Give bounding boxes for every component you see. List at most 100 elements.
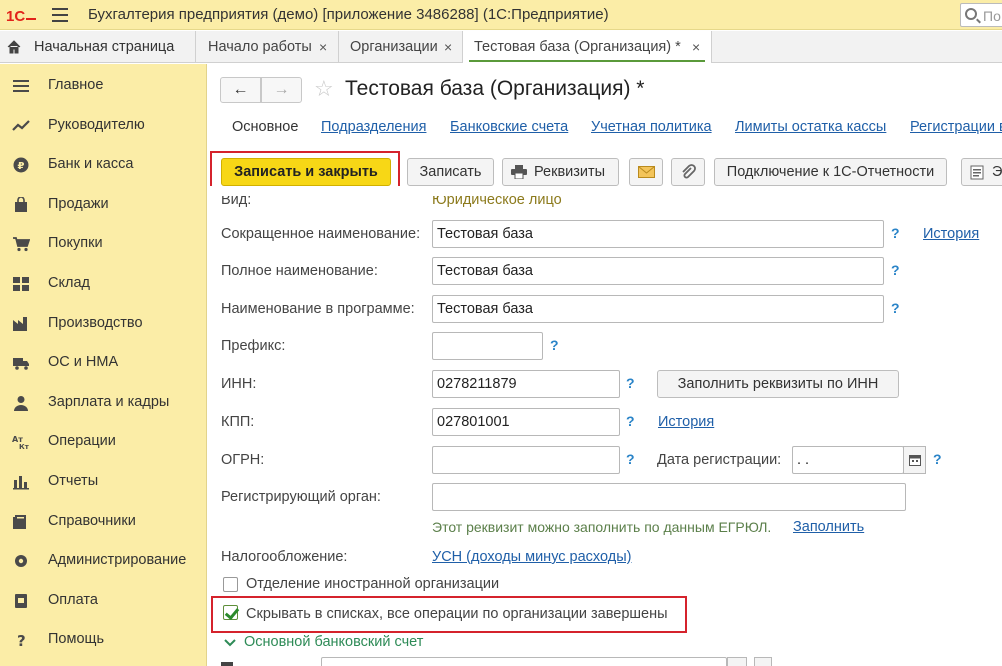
chevron-down-icon[interactable] <box>224 638 236 648</box>
books-icon <box>13 515 26 529</box>
sidebar-item-payment[interactable]: Оплата <box>0 583 207 619</box>
1c-logo-icon[interactable]: 1С <box>6 7 38 23</box>
subtab-accounting-policy[interactable]: Учетная политика <box>591 119 712 135</box>
full-name-field[interactable]: Тестовая база <box>432 257 884 285</box>
help-icon[interactable]: ? <box>626 451 635 467</box>
tab-test-base[interactable]: Тестовая база (Организация) * × <box>463 31 712 63</box>
sidebar-item-production[interactable]: Производство <box>0 306 207 342</box>
bank-account-field[interactable] <box>321 657 727 666</box>
search-icon <box>965 8 977 20</box>
connect-reporting-button[interactable]: Подключение к 1С-Отчетности <box>714 158 947 186</box>
sidebar-item-label: Операции <box>48 433 116 449</box>
details-label: Реквизиты <box>534 164 606 180</box>
bag-icon <box>15 197 27 212</box>
save-button[interactable]: Записать <box>407 158 494 186</box>
help-icon[interactable]: ? <box>933 451 942 467</box>
help-icon[interactable]: ? <box>891 300 900 316</box>
sidebar-item-label: Главное <box>48 77 104 93</box>
full-name-label: Полное наименование: <box>221 263 378 279</box>
help-icon[interactable]: ? <box>891 262 900 278</box>
help-icon[interactable]: ? <box>550 337 559 353</box>
history-link[interactable]: История <box>658 414 714 430</box>
tax-label: Налогообложение: <box>221 549 348 565</box>
sidebar-item-help[interactable]: ? Помощь <box>0 622 207 658</box>
fill-from-egrul-link[interactable]: Заполнить <box>793 519 864 535</box>
tab-home[interactable]: Начальная страница <box>0 31 196 63</box>
subtab-registrations[interactable]: Регистрации в <box>910 119 1002 135</box>
sidebar-item-salary[interactable]: Зарплата и кадры <box>0 385 207 421</box>
subtab-divisions[interactable]: Подразделения <box>321 119 426 135</box>
bank-account-section[interactable]: Основной банковский счет <box>244 634 423 650</box>
program-name-field[interactable]: Тестовая база <box>432 295 884 323</box>
sidebar-item-label: Производство <box>48 315 143 331</box>
main-menu-icon[interactable] <box>52 8 68 22</box>
help-icon: ? <box>17 632 26 648</box>
document-icon <box>970 165 984 180</box>
email-button[interactable] <box>629 158 663 186</box>
subtab-main[interactable]: Основное <box>232 119 298 135</box>
help-icon[interactable]: ? <box>626 375 635 391</box>
operations-icon: АтКт <box>12 435 30 450</box>
search-placeholder: По <box>983 8 1001 24</box>
tab-organizations[interactable]: Организации × <box>339 31 463 63</box>
inn-field[interactable]: 0278211879 <box>432 370 620 398</box>
sidebar-item-bank[interactable]: ₽ Банк и касса <box>0 147 207 183</box>
sidebar-item-warehouse[interactable]: Склад <box>0 266 207 302</box>
sidebar-item-manager[interactable]: Руководителю <box>0 108 207 144</box>
sidebar-item-label: Склад <box>48 275 90 291</box>
tab-start[interactable]: Начало работы × <box>197 31 339 63</box>
help-icon[interactable]: ? <box>891 225 900 241</box>
sidebar-item-label: Помощь <box>48 631 105 647</box>
program-name-label: Наименование в программе: <box>221 301 415 317</box>
subtab-cash-limits[interactable]: Лимиты остатка кассы <box>735 119 886 135</box>
tax-regime-link[interactable]: УСН (доходы минус расходы) <box>432 549 631 565</box>
tab-label: Тестовая база (Организация) * <box>474 39 681 55</box>
calendar-button[interactable] <box>903 446 926 474</box>
app-title: Бухгалтерия предприятия (демо) [приложен… <box>88 6 609 23</box>
sidebar-item-label: Руководителю <box>48 117 145 133</box>
close-icon[interactable]: × <box>444 39 452 55</box>
home-icon <box>7 40 21 54</box>
sidebar-item-purchases[interactable]: Покупки <box>0 226 207 262</box>
fill-by-inn-button[interactable]: Заполнить реквизиты по ИНН <box>657 370 899 398</box>
subtab-bank-accounts[interactable]: Банковские счета <box>450 119 568 135</box>
back-button[interactable]: ← <box>220 77 261 103</box>
sidebar-item-label: Продажи <box>48 196 109 212</box>
hide-in-lists-checkbox[interactable] <box>223 605 238 620</box>
reg-date-label: Дата регистрации: <box>657 452 782 468</box>
more-label: Э <box>992 164 1002 180</box>
sidebar-item-assets[interactable]: ОС и НМА <box>0 345 207 381</box>
save-and-close-button[interactable]: Записать и закрыть <box>221 158 391 186</box>
more-button[interactable]: Э <box>961 158 1002 186</box>
sidebar-item-references[interactable]: Справочники <box>0 504 207 540</box>
foreign-branch-checkbox[interactable] <box>223 577 238 592</box>
help-icon[interactable]: ? <box>626 413 635 429</box>
tab-bar: Начальная страница Начало работы × Орган… <box>0 31 1002 63</box>
reg-organ-field[interactable] <box>432 483 906 511</box>
sidebar-item-main[interactable]: Главное <box>0 68 207 104</box>
open-button[interactable] <box>754 657 772 666</box>
close-icon[interactable]: × <box>692 39 700 55</box>
sidebar-item-reports[interactable]: Отчеты <box>0 464 207 500</box>
sidebar-item-sales[interactable]: Продажи <box>0 187 207 223</box>
forward-button[interactable]: → <box>261 77 302 103</box>
select-button[interactable] <box>727 657 747 666</box>
prefix-field[interactable] <box>432 332 543 360</box>
ogrn-field[interactable] <box>432 446 620 474</box>
close-icon[interactable]: × <box>319 39 327 55</box>
history-link[interactable]: История <box>923 226 979 242</box>
attach-button[interactable] <box>671 158 705 186</box>
sidebar-item-label: Администрирование <box>48 552 187 568</box>
sidebar-item-admin[interactable]: Администрирование <box>0 543 207 579</box>
inn-label: ИНН: <box>221 376 257 392</box>
sidebar-item-operations[interactable]: Ат Кт Операции <box>0 424 207 460</box>
reg-date-field[interactable]: . . <box>792 446 904 474</box>
tab-label: Организации <box>350 39 438 55</box>
details-button[interactable]: Реквизиты <box>502 158 619 186</box>
favorite-star-icon[interactable]: ☆ <box>314 76 334 102</box>
payment-icon <box>15 594 27 608</box>
factory-icon <box>13 317 27 331</box>
kpp-field[interactable]: 027801001 <box>432 408 620 436</box>
global-search-input[interactable]: По <box>960 3 1002 27</box>
short-name-field[interactable]: Тестовая база <box>432 220 884 248</box>
